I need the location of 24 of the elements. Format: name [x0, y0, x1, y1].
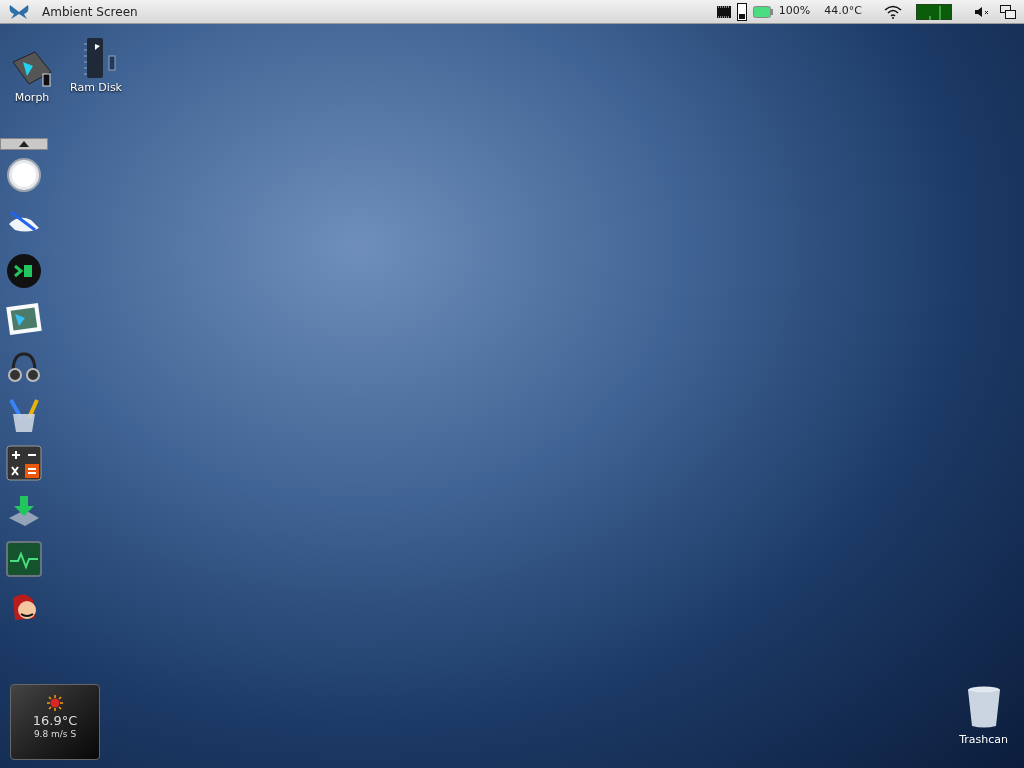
trash-label: Trashcan: [959, 731, 1008, 748]
memory-gauge-icon[interactable]: [736, 2, 747, 21]
trash-can-icon[interactable]: [966, 685, 1001, 728]
desktop-icon-label: Morph: [14, 90, 50, 106]
screen-title: Ambient Screen: [42, 3, 138, 21]
up-triangle-icon: [19, 141, 29, 147]
butterfly-logo-icon[interactable]: [8, 3, 30, 20]
weather-temperature: 16.9°C: [32, 713, 78, 730]
activity-monitor-icon[interactable]: [5, 540, 43, 578]
wifi-icon[interactable]: [884, 4, 902, 19]
film-strip-icon[interactable]: [716, 5, 731, 18]
dock-scroll-up-button[interactable]: [0, 138, 48, 150]
battery-icon[interactable]: [752, 5, 773, 18]
weather-widget[interactable]: 16.9°C 9.8 m/s S: [10, 684, 100, 760]
sun-icon: [47, 695, 63, 711]
battery-percentage: 100%: [778, 3, 811, 20]
terminal-icon[interactable]: [5, 252, 43, 290]
desktop-icon-label: Ram Disk: [70, 80, 122, 96]
calculator-icon[interactable]: [5, 444, 43, 482]
weather-wind: 9.8 m/s S: [33, 729, 77, 741]
network-graph-icon[interactable]: [916, 3, 952, 20]
speaker-muted-icon[interactable]: [974, 5, 990, 18]
cpu-temperature: 44.0°C: [824, 3, 862, 20]
windows-icon[interactable]: [1000, 4, 1016, 19]
